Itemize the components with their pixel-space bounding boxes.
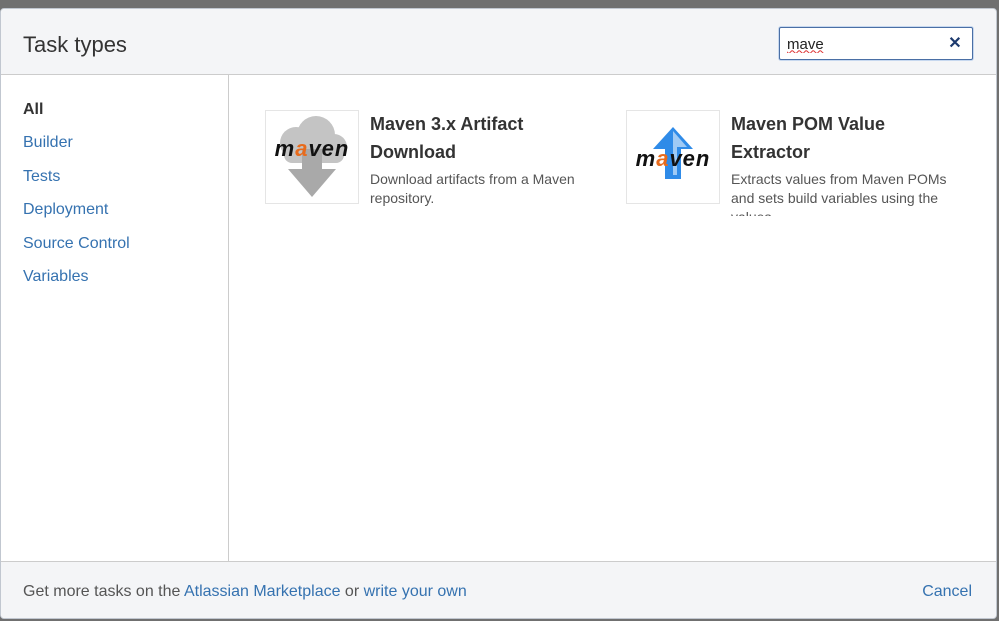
svg-text:maven: maven [275, 136, 350, 161]
category-sidebar: All Builder Tests Deployment Source Cont… [1, 75, 229, 561]
search-input[interactable] [787, 35, 937, 53]
task-description: Download artifacts from a Maven reposito… [370, 171, 575, 206]
task-title[interactable]: Maven 3.x Artifact Download [370, 110, 590, 166]
search-box: ✕ [779, 27, 973, 60]
dialog-title: Task types [23, 32, 127, 57]
sidebar-item-deployment[interactable]: Deployment [23, 201, 108, 219]
task-list: maven Maven 3.x Artifact Download Downlo… [229, 75, 996, 561]
svg-text:maven: maven [636, 146, 711, 171]
write-your-own-link[interactable]: write your own [364, 583, 467, 600]
footer-text: Get more tasks on the Atlassian Marketpl… [23, 583, 467, 601]
sidebar-item-builder[interactable]: Builder [23, 134, 73, 152]
footer-or: or [340, 583, 364, 600]
atlassian-marketplace-link[interactable]: Atlassian Marketplace [184, 583, 341, 600]
footer-prefix: Get more tasks on the [23, 583, 184, 600]
sidebar-item-all[interactable]: All [23, 101, 43, 119]
cancel-button[interactable]: Cancel [922, 583, 972, 601]
clear-search-icon[interactable]: ✕ [946, 34, 964, 54]
dialog-header: Task types ✕ [1, 9, 996, 75]
sidebar-item-tests[interactable]: Tests [23, 168, 60, 186]
task-description: Extracts values from Maven POMs and sets… [731, 171, 947, 216]
maven-download-icon: maven [265, 110, 359, 204]
sidebar-item-source-control[interactable]: Source Control [23, 235, 130, 253]
task-card-maven-pom-extractor[interactable]: maven Maven POM Value Extractor Extracts… [626, 110, 966, 220]
dialog-footer: Get more tasks on the Atlassian Marketpl… [1, 561, 996, 618]
maven-upload-icon: maven [626, 110, 720, 204]
task-card-maven-download[interactable]: maven Maven 3.x Artifact Download Downlo… [265, 110, 605, 220]
task-types-dialog: Task types ✕ All Builder Tests Deploymen… [0, 8, 997, 619]
sidebar-item-variables[interactable]: Variables [23, 268, 89, 286]
task-title[interactable]: Maven POM Value Extractor [731, 110, 951, 166]
